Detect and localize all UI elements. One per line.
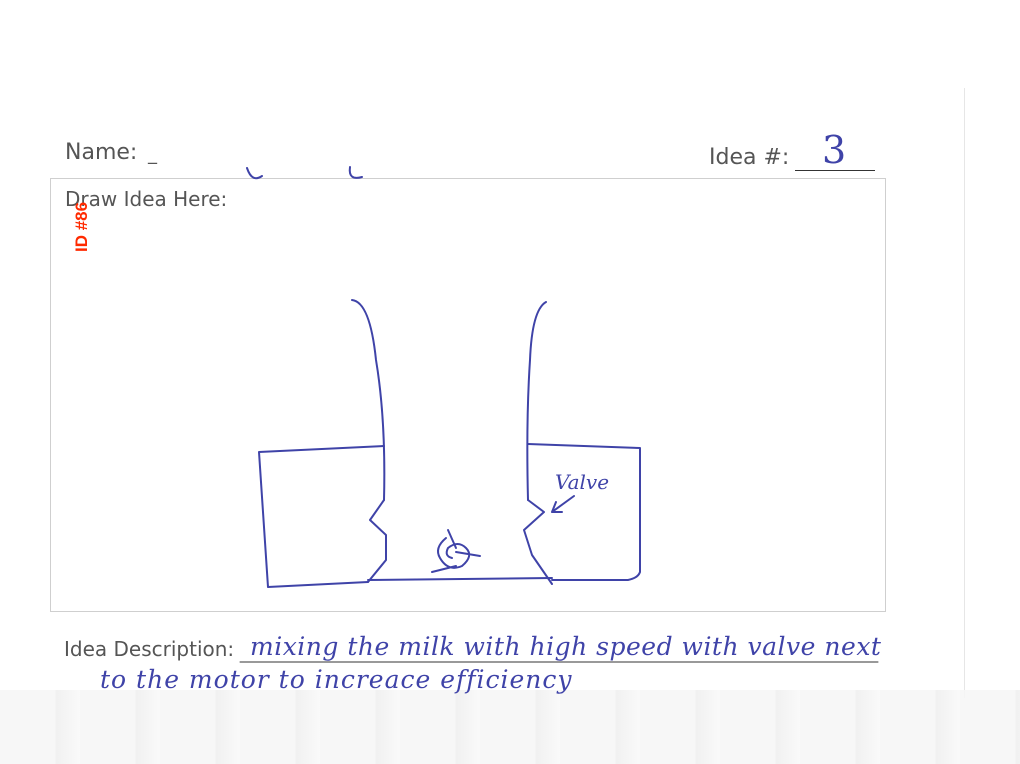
description-line-1: mixing the milk with high speed with val… bbox=[250, 632, 882, 661]
description-label: Idea Description: bbox=[64, 637, 235, 661]
left-valve bbox=[367, 499, 387, 583]
description-line-2: to the motor to increace efficiency bbox=[100, 665, 573, 694]
funnel-left-wall bbox=[351, 299, 386, 501]
tank-bottom bbox=[367, 577, 553, 581]
name-ink bbox=[348, 166, 363, 179]
name-ink bbox=[246, 167, 263, 180]
mixer-icon bbox=[431, 529, 481, 573]
valve-arrow bbox=[551, 495, 575, 513]
valve-annotation: Valve bbox=[555, 470, 610, 494]
left-tank bbox=[258, 445, 385, 588]
funnel-right-wall bbox=[526, 301, 547, 501]
right-valve bbox=[523, 499, 553, 585]
